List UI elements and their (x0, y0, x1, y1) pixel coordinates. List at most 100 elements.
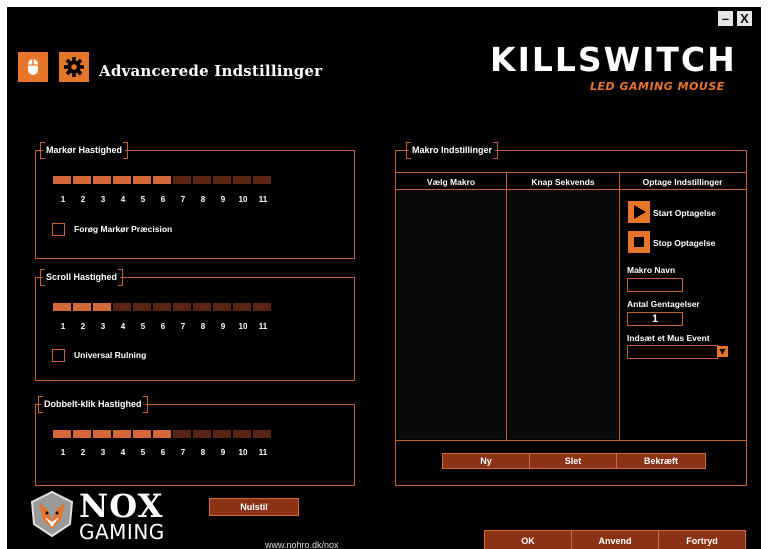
speed-segment[interactable] (253, 303, 271, 311)
scroll-speed-slider[interactable] (53, 303, 271, 311)
delete-macro-button[interactable]: Slet (529, 453, 617, 469)
speed-segment[interactable] (73, 430, 91, 438)
mouse-event-label: Indsæt et Mus Event (627, 333, 710, 343)
minimize-button[interactable]: – (718, 11, 733, 26)
record-settings-header: Optage Indstillinger (642, 177, 723, 187)
advanced-settings-button[interactable] (59, 52, 89, 82)
universal-scroll-checkbox[interactable] (52, 349, 65, 362)
speed-segment[interactable] (233, 303, 251, 311)
speed-scale-number: 8 (200, 322, 206, 331)
speed-segment[interactable] (93, 430, 111, 438)
speed-segment[interactable] (133, 176, 151, 184)
scroll-speed-label: Scroll Hastighed (39, 269, 124, 286)
speed-segment[interactable] (193, 430, 211, 438)
fox-logo (27, 489, 77, 539)
speed-segment[interactable] (153, 176, 171, 184)
speed-scale-number: 11 (258, 448, 268, 457)
speed-scale-number: 11 (258, 195, 268, 204)
nox-logo-text: NOX (79, 487, 164, 525)
button-sequence-header: Knap Sekvends (531, 177, 595, 187)
apply-button[interactable]: Anvend (571, 530, 659, 549)
speed-segment[interactable] (213, 430, 231, 438)
cursor-speed-slider[interactable] (53, 176, 271, 184)
speed-segment[interactable] (73, 176, 91, 184)
speed-scale-number: 6 (160, 448, 166, 457)
speed-segment[interactable] (53, 430, 71, 438)
macro-name-field[interactable] (627, 278, 683, 292)
ok-button[interactable]: OK (484, 530, 572, 549)
speed-scale-number: 4 (120, 448, 126, 457)
speed-segment[interactable] (173, 176, 191, 184)
speed-segment[interactable] (113, 176, 131, 184)
speed-segment[interactable] (253, 176, 271, 184)
stop-icon (634, 237, 644, 247)
speed-segment[interactable] (113, 430, 131, 438)
speed-segment[interactable] (213, 176, 231, 184)
fox-head-icon (30, 490, 74, 538)
macro-list[interactable] (397, 190, 505, 439)
speed-scale-number: 2 (80, 448, 86, 457)
macro-col-divider-1 (506, 172, 507, 440)
mouse-settings-button[interactable] (18, 52, 48, 82)
speed-segment[interactable] (93, 176, 111, 184)
speed-segment[interactable] (73, 303, 91, 311)
speed-scale-number: 2 (80, 195, 86, 204)
precision-checkbox[interactable] (52, 223, 65, 236)
speed-segment[interactable] (233, 176, 251, 184)
speed-segment[interactable] (133, 430, 151, 438)
speed-segment[interactable] (113, 303, 131, 311)
repeat-count-field[interactable]: 1 (627, 312, 683, 326)
gaming-logo-text: GAMING (79, 520, 165, 544)
confirm-macro-button[interactable]: Bekræft (616, 453, 706, 469)
speed-segment[interactable] (53, 176, 71, 184)
speed-scale-number: 1 (60, 195, 66, 204)
speed-segment[interactable] (53, 303, 71, 311)
speed-scale-number: 3 (100, 195, 106, 204)
speed-scale-number: 11 (258, 322, 268, 331)
app-window: – X Advancerede Indstillinger KILLSWITCH… (7, 7, 761, 549)
speed-segment[interactable] (133, 303, 151, 311)
speed-scale-number: 6 (160, 195, 166, 204)
close-button[interactable]: X (737, 11, 752, 26)
speed-segment[interactable] (153, 430, 171, 438)
cancel-button[interactable]: Fortryd (658, 530, 746, 549)
speed-segment[interactable] (173, 303, 191, 311)
speed-scale-number: 9 (220, 322, 226, 331)
speed-segment[interactable] (213, 303, 231, 311)
speed-segment[interactable] (173, 430, 191, 438)
brand-subtitle: LED GAMING MOUSE (590, 80, 725, 93)
stop-record-button[interactable] (628, 231, 650, 253)
cursor-speed-label: Markør Hastighed (39, 142, 129, 159)
start-record-button[interactable] (628, 201, 650, 223)
chevron-down-icon[interactable]: ▼ (717, 346, 728, 357)
macro-panel-label: Makro Indstillinger (405, 142, 499, 159)
speed-segment[interactable] (153, 303, 171, 311)
speed-scale-number: 8 (200, 195, 206, 204)
speed-scale-number: 4 (120, 322, 126, 331)
speed-segment[interactable] (253, 430, 271, 438)
reset-button[interactable]: Nulstil (209, 498, 299, 516)
page-title: Advancerede Indstillinger (99, 62, 323, 80)
speed-scale-number: 9 (220, 195, 226, 204)
speed-scale-number: 2 (80, 322, 86, 331)
select-macro-header: Vælg Makro (426, 177, 476, 187)
cursor-speed-panel (35, 150, 355, 259)
speed-segment[interactable] (193, 303, 211, 311)
macro-col-divider-2 (619, 172, 620, 440)
website-url: www.nohro.dk/nox (265, 540, 339, 549)
speed-scale-number: 10 (238, 448, 248, 457)
speed-scale-number: 7 (180, 448, 186, 457)
new-macro-button[interactable]: Ny (442, 453, 530, 469)
speed-scale-number: 9 (220, 448, 226, 457)
button-sequence-list[interactable] (508, 190, 618, 439)
speed-scale-number: 4 (120, 195, 126, 204)
speed-scale-number: 1 (60, 322, 66, 331)
speed-segment[interactable] (233, 430, 251, 438)
double-click-speed-slider[interactable] (53, 430, 271, 438)
speed-segment[interactable] (93, 303, 111, 311)
speed-segment[interactable] (193, 176, 211, 184)
brand-logo: KILLSWITCH (490, 40, 737, 79)
speed-scale-number: 10 (238, 195, 248, 204)
mouse-event-dropdown[interactable] (627, 345, 718, 359)
speed-scale-number: 1 (60, 448, 66, 457)
